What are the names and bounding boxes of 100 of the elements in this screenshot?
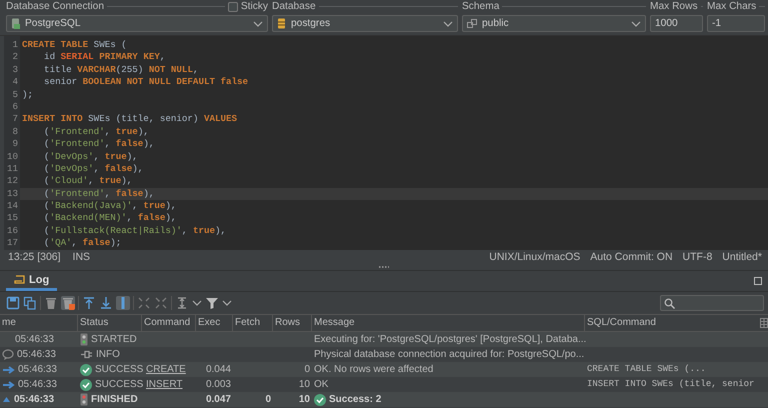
exec-time: 0.047	[206, 393, 231, 407]
column-header[interactable]: SQL/Command	[587, 315, 656, 331]
speech-bubble-icon	[2, 349, 14, 360]
status-item[interactable]: UNIX/Linux/macOS	[489, 251, 580, 263]
row-count: 0	[304, 363, 310, 377]
filter-icon[interactable]	[205, 296, 219, 310]
schema-icon	[467, 18, 477, 28]
max-rows-field[interactable]: 1000	[650, 15, 703, 32]
splitter-handle-icon[interactable]	[378, 266, 390, 268]
check-circle-icon	[314, 394, 326, 406]
search-field[interactable]	[660, 295, 764, 311]
maximize-icon[interactable]	[754, 277, 762, 285]
row-count: 10	[298, 378, 310, 392]
code-line: ('Backend(MEN)', false),	[43, 212, 178, 225]
line-number: 16	[6, 224, 19, 238]
log-status: INFO	[96, 348, 120, 362]
database-dropdown[interactable]: postgres	[272, 15, 458, 32]
max-chars-field[interactable]: -1	[707, 15, 765, 32]
column-header[interactable]: Status	[80, 315, 108, 331]
log-row[interactable]: 05:46:33 SUCCESS CREATE 0.044 0 OK. No rows were affected CREATE TABLE SWEs (...	[0, 362, 768, 377]
chevron-down-icon	[253, 20, 263, 28]
collapse-icon[interactable]	[154, 296, 168, 310]
arrow-down-to-line-icon[interactable]	[99, 296, 113, 310]
max-chars-label: Max Chars	[707, 1, 756, 12]
code-line: title VARCHAR(255) NOT NULL,	[43, 64, 200, 76]
database-icon	[277, 18, 286, 29]
column-header[interactable]: Fetch	[235, 315, 260, 331]
log-tab[interactable]: Log	[6, 271, 58, 291]
save-icon[interactable]	[6, 296, 20, 310]
command-link[interactable]: INSERT	[146, 377, 182, 392]
chevron-down-icon[interactable]	[192, 299, 202, 307]
clear-log-icon[interactable]	[61, 296, 75, 310]
database-label: Database	[272, 1, 316, 12]
row-count: 10	[298, 393, 310, 407]
code-line: ('Cloud', true),	[43, 175, 134, 188]
log-row[interactable]: 05:46:33 STARTED Executing for: 'PostgreSQL/postgres' [PostgreSQL], Databa...	[0, 332, 768, 347]
column-header[interactable]: Rows	[275, 315, 300, 331]
code-line: id SERIAL PRIMARY KEY,	[43, 51, 166, 64]
connection-dropdown[interactable]: PostgreSQL	[6, 15, 268, 32]
log-time: 05:46:33	[14, 393, 54, 407]
log-time: 05:46:33	[18, 378, 57, 392]
columns-icon[interactable]	[760, 318, 768, 328]
line-number: 5	[11, 88, 19, 101]
code-line: ('Fullstack(React|Rails)', true),	[43, 224, 228, 238]
command-link[interactable]: CREATE	[146, 362, 186, 377]
copy-icon[interactable]	[23, 296, 37, 310]
chevron-down-icon	[631, 20, 641, 28]
vertical-bar-icon[interactable]	[116, 296, 130, 310]
log-row[interactable]: 05:46:33 FINISHED 0.047 0 10 Success: 2	[0, 392, 768, 407]
line-number: 15	[6, 212, 19, 225]
status-item[interactable]: Auto Commit: ON	[590, 251, 673, 263]
line-number: 1	[11, 39, 19, 52]
status-item[interactable]: UTF-8	[682, 251, 712, 263]
exec-time: 0.003	[206, 378, 231, 392]
log-message: Physical database connection acquired for: PostgreSQL/po...	[314, 348, 584, 362]
exec-time: 0.044	[206, 363, 231, 377]
code-line: INSERT INTO SWEs (title, senior) VALUES	[21, 113, 238, 126]
log-message: Success: 2	[329, 393, 382, 407]
code-line: );	[21, 88, 34, 101]
line-number: 3	[11, 64, 19, 76]
caret-position: 13:25 [306]	[8, 251, 61, 263]
arrow-up-to-line-icon[interactable]	[82, 296, 96, 310]
log-time: 05:46:33	[15, 333, 54, 347]
schema-dropdown[interactable]: public	[462, 15, 646, 32]
code-line: ('Frontend', false),	[43, 138, 156, 151]
status-item[interactable]: Untitled*	[722, 251, 762, 263]
expand-icon[interactable]	[137, 296, 151, 310]
row-height-icon[interactable]	[175, 296, 189, 310]
code-line: ('Backend(Java)', true),	[43, 200, 178, 212]
check-circle-icon	[80, 378, 92, 390]
trash-icon[interactable]	[44, 296, 58, 310]
line-number: 6	[11, 100, 19, 114]
fetch-time: 0	[265, 393, 271, 407]
line-number: 2	[11, 51, 19, 64]
schema-label: Schema	[462, 1, 500, 12]
line-number: 9	[11, 138, 19, 151]
chevron-down-icon[interactable]	[222, 299, 232, 307]
line-number: 4	[11, 76, 19, 89]
insert-mode: INS	[72, 251, 90, 263]
code-line: ('Frontend', true),	[43, 126, 150, 138]
log-status: SUCCESS	[95, 378, 144, 392]
check-circle-icon	[80, 364, 92, 376]
log-time: 05:46:33	[17, 348, 56, 362]
line-number: 13	[6, 188, 19, 200]
column-header[interactable]: Command	[144, 315, 190, 331]
log-status: SUCCESS	[95, 363, 144, 377]
code-line: CREATE TABLE SWEs (	[21, 39, 128, 52]
code-line: ('QA', false);	[43, 237, 122, 250]
log-status: FINISHED	[91, 393, 138, 407]
line-number: 10	[6, 150, 19, 163]
column-header[interactable]: me	[2, 315, 16, 331]
column-header[interactable]: Message	[314, 315, 355, 331]
sql-command: INSERT INTO SWEs (title, senior	[587, 378, 754, 391]
column-header[interactable]: Exec	[198, 315, 220, 331]
scroll-icon	[14, 274, 25, 284]
line-number: 8	[11, 126, 19, 138]
arrow-right-icon	[2, 364, 15, 374]
log-message: OK. No rows were affected	[314, 363, 434, 377]
sticky-checkbox[interactable]	[228, 2, 238, 12]
max-rows-label: Max Rows	[650, 1, 698, 12]
